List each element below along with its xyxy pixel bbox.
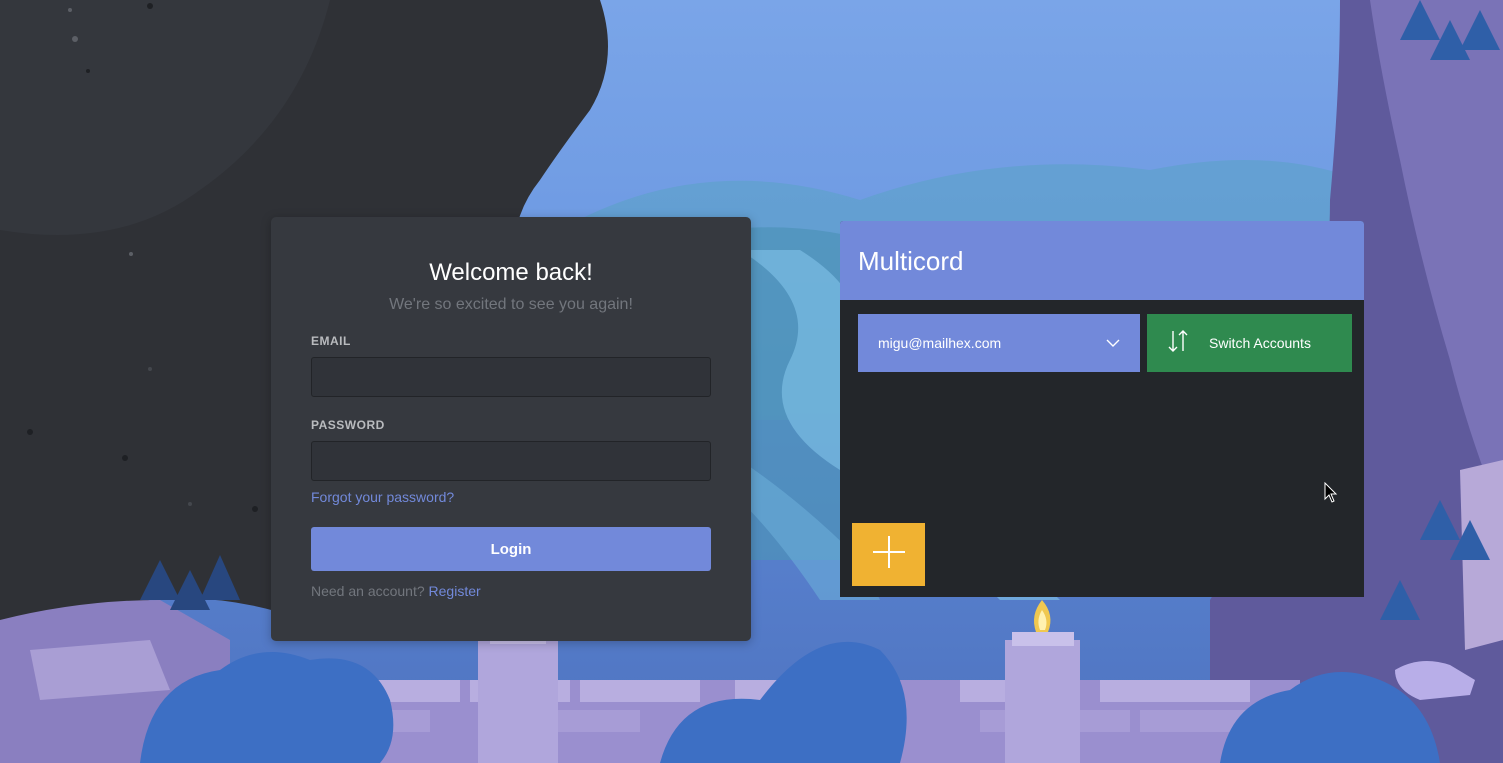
multicord-panel: Multicord migu@mailhex.com Switch Accoun…	[840, 221, 1364, 597]
login-subtitle: We're so excited to see you again!	[389, 296, 633, 313]
register-prompt: Need an account?	[311, 583, 425, 599]
desktop-background: Welcome back! We're so excited to see yo…	[0, 0, 1503, 763]
forgot-password-link[interactable]: Forgot your password?	[311, 489, 454, 505]
swap-arrows-icon	[1167, 329, 1189, 358]
password-input[interactable]	[311, 441, 711, 481]
multicord-title: Multicord	[858, 245, 964, 276]
login-card: Welcome back! We're so excited to see yo…	[271, 217, 751, 641]
register-link[interactable]: Register	[429, 583, 481, 599]
login-button[interactable]: Login	[311, 527, 711, 571]
email-input[interactable]	[311, 357, 711, 397]
password-label: PASSWORD	[311, 418, 385, 432]
account-select[interactable]: migu@mailhex.com	[858, 314, 1140, 372]
login-title: Welcome back!	[429, 259, 593, 286]
register-row: Need an account? Register	[311, 583, 711, 599]
plus-icon	[872, 535, 906, 574]
selected-account: migu@mailhex.com	[878, 335, 1002, 351]
add-account-button[interactable]	[852, 523, 925, 586]
mouse-cursor-icon	[1324, 482, 1338, 503]
multicord-header: Multicord	[840, 221, 1364, 300]
switch-accounts-button[interactable]: Switch Accounts	[1147, 314, 1352, 372]
switch-accounts-label: Switch Accounts	[1209, 335, 1311, 351]
chevron-down-icon	[1106, 334, 1120, 352]
email-label: EMAIL	[311, 334, 351, 348]
